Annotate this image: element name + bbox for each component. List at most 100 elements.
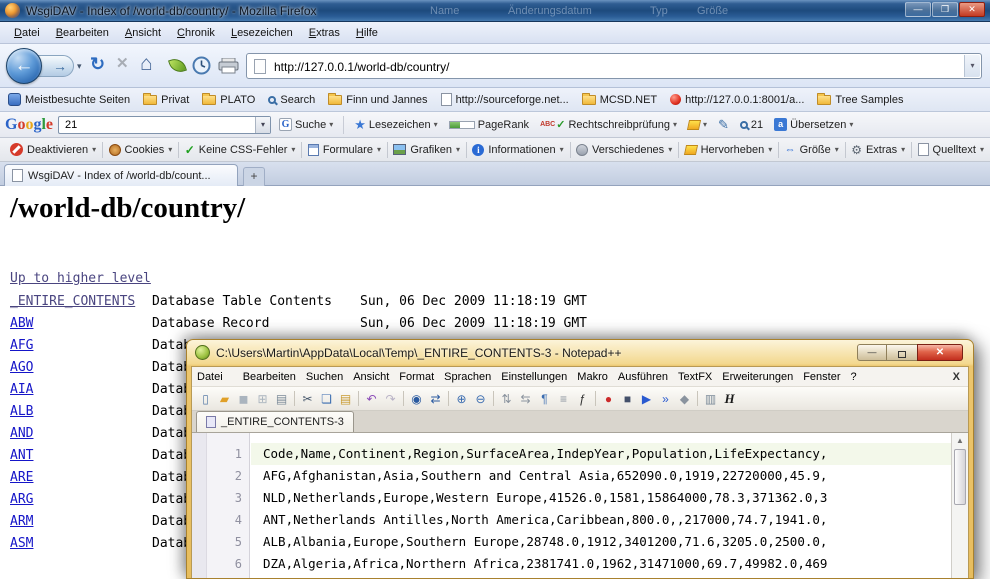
npp-menu-help[interactable]: ?: [845, 371, 861, 383]
google-search-input[interactable]: 21 ▾: [58, 116, 271, 134]
entry-link[interactable]: ARE: [10, 470, 33, 485]
save-icon[interactable]: ◼: [234, 390, 253, 407]
webdev-cookies[interactable]: Cookies▾: [103, 144, 179, 156]
url-bar[interactable]: http://127.0.0.1/world-db/country/ ▾: [246, 53, 982, 79]
up-to-higher-level-link[interactable]: Up to higher level: [10, 271, 151, 286]
new-tab-button[interactable]: +: [243, 167, 265, 186]
npp-menu-textfx[interactable]: TextFX: [673, 371, 717, 383]
highlighter-button[interactable]: ▾: [685, 115, 710, 135]
cut-icon[interactable]: ✂: [298, 390, 317, 407]
word-wrap-icon[interactable]: ⇆: [516, 390, 535, 407]
function-list-icon[interactable]: ƒ: [573, 390, 592, 407]
entry-link[interactable]: AND: [10, 426, 33, 441]
code-line[interactable]: ANT,Netherlands Antilles,North America,C…: [251, 509, 951, 531]
close-button[interactable]: ✕: [917, 344, 963, 361]
url-dropdown-icon[interactable]: ▾: [964, 55, 980, 77]
webdev-grafiken[interactable]: Grafiken▾: [387, 144, 466, 156]
replace-icon[interactable]: ⇄: [426, 390, 445, 407]
notepad-titlebar[interactable]: C:\Users\Martin\AppData\Local\Temp\_ENTI…: [187, 340, 973, 366]
npp-document-tab[interactable]: _ENTIRE_CONTENTS-3: [196, 411, 354, 432]
webdev-quelltext[interactable]: Quelltext▾: [912, 143, 990, 156]
menu-chronik[interactable]: Chronik: [169, 24, 223, 42]
history-dropdown-icon[interactable]: ▾: [77, 61, 82, 72]
npp-menu-ausfuehren[interactable]: Ausführen: [613, 371, 673, 383]
find-icon[interactable]: ◉: [407, 390, 426, 407]
entry-link[interactable]: ASM: [10, 536, 33, 551]
maximize-button[interactable]: [887, 344, 917, 361]
autofill-button[interactable]: ✎: [715, 115, 732, 135]
npp-menu-datei[interactable]: Datei: [192, 371, 228, 383]
vertical-scrollbar[interactable]: ▲: [951, 433, 968, 578]
entry-link[interactable]: ABW: [10, 316, 33, 331]
webdev-formulare[interactable]: Formulare▾: [302, 144, 387, 156]
notepad-editor[interactable]: 1 2 3 4 5 6 Code,Name,Continent,Region,S…: [192, 433, 968, 578]
html-preview-icon[interactable]: H: [720, 390, 739, 407]
npp-menu-einstellungen[interactable]: Einstellungen: [496, 371, 572, 383]
code-line[interactable]: Code,Name,Continent,Region,SurfaceArea,I…: [251, 443, 951, 465]
highlight-count[interactable]: 21: [737, 115, 766, 135]
new-file-icon[interactable]: ▯: [196, 390, 215, 407]
npp-menu-bearbeiten[interactable]: Bearbeiten: [238, 371, 301, 383]
google-search-button[interactable]: GSuche▾: [276, 115, 336, 135]
redo-icon[interactable]: ↷: [381, 390, 400, 407]
record-macro-icon[interactable]: ●: [599, 390, 618, 407]
code-line[interactable]: NLD,Netherlands,Europe,Western Europe,41…: [251, 487, 951, 509]
zoom-out-icon[interactable]: ⊖: [471, 390, 490, 407]
bookmark-sourceforge[interactable]: http://sourceforge.net...: [441, 93, 569, 106]
menu-datei[interactable]: Datei: [6, 24, 48, 42]
webdev-extras[interactable]: ⚙Extras▾: [845, 143, 911, 157]
npp-doc-close-button[interactable]: X: [945, 371, 968, 383]
google-bookmarks-button[interactable]: ★Lesezeichen▾: [351, 115, 440, 135]
save-all-icon[interactable]: ⊞: [253, 390, 272, 407]
npp-menu-format[interactable]: Format: [394, 371, 439, 383]
indent-guide-icon[interactable]: ≡: [554, 390, 573, 407]
menu-lesezeichen[interactable]: Lesezeichen: [223, 24, 301, 42]
scrollbar-thumb[interactable]: [954, 449, 966, 505]
doc-map-icon[interactable]: ▥: [701, 390, 720, 407]
copy-icon[interactable]: ❏: [317, 390, 336, 407]
menu-extras[interactable]: Extras: [301, 24, 348, 42]
spellcheck-button[interactable]: ABC✓Rechtschreibprüfung▾: [537, 115, 680, 135]
entry-link[interactable]: _ENTIRE_CONTENTS: [10, 294, 135, 309]
entry-link[interactable]: AGO: [10, 360, 33, 375]
stop-button[interactable]: ✕: [116, 54, 129, 72]
bookmark-tree-samples[interactable]: Tree Samples: [817, 94, 903, 106]
webdev-verschiedenes[interactable]: Verschiedenes▾: [570, 144, 678, 156]
menu-hilfe[interactable]: Hilfe: [348, 24, 386, 42]
google-search-value[interactable]: 21: [65, 119, 77, 131]
show-all-chars-icon[interactable]: ¶: [535, 390, 554, 407]
entry-link[interactable]: ALB: [10, 404, 33, 419]
entry-link[interactable]: ARM: [10, 514, 33, 529]
webdev-css[interactable]: ✓Keine CSS-Fehler▾: [179, 143, 302, 157]
bookmark-plato[interactable]: PLATO: [202, 94, 255, 106]
bookmark-privat[interactable]: Privat: [143, 94, 189, 106]
menu-bearbeiten[interactable]: Bearbeiten: [48, 24, 117, 42]
forward-button[interactable]: →: [38, 55, 74, 77]
bookmark-search[interactable]: Search: [268, 94, 315, 106]
webdev-hervorheben[interactable]: Hervorheben▾: [679, 144, 779, 156]
npp-menu-makro[interactable]: Makro: [572, 371, 613, 383]
open-folder-icon[interactable]: ▰: [215, 390, 234, 407]
save-macro-icon[interactable]: ◆: [675, 390, 694, 407]
bookmark-meistbesuchte-seiten[interactable]: Meistbesuchte Seiten: [8, 93, 130, 106]
bookmark-localhost-8001[interactable]: http://127.0.0.1:8001/a...: [670, 94, 804, 106]
reload-button[interactable]: ↻: [90, 54, 105, 75]
run-multi-icon[interactable]: »: [656, 390, 675, 407]
green-leaf-addon-icon[interactable]: [168, 56, 187, 75]
undo-icon[interactable]: ↶: [362, 390, 381, 407]
npp-menu-sprachen[interactable]: Sprachen: [439, 371, 496, 383]
entry-link[interactable]: ARG: [10, 492, 33, 507]
play-macro-icon[interactable]: ▶: [637, 390, 656, 407]
translate-button[interactable]: aÜbersetzen▾: [771, 115, 856, 135]
npp-menu-fenster[interactable]: Fenster: [798, 371, 845, 383]
minimize-button[interactable]: —: [857, 344, 887, 361]
window-maximize-button[interactable]: ❒: [932, 2, 958, 17]
print-button-icon[interactable]: [218, 58, 239, 74]
code-line[interactable]: ALB,Albania,Europe,Southern Europe,28748…: [251, 531, 951, 553]
entry-link[interactable]: ANT: [10, 448, 33, 463]
entry-link[interactable]: AIA: [10, 382, 33, 397]
stop-macro-icon[interactable]: ■: [618, 390, 637, 407]
print-icon[interactable]: ▤: [272, 390, 291, 407]
zoom-in-icon[interactable]: ⊕: [452, 390, 471, 407]
bookmark-mcsd-net[interactable]: MCSD.NET: [582, 94, 657, 106]
